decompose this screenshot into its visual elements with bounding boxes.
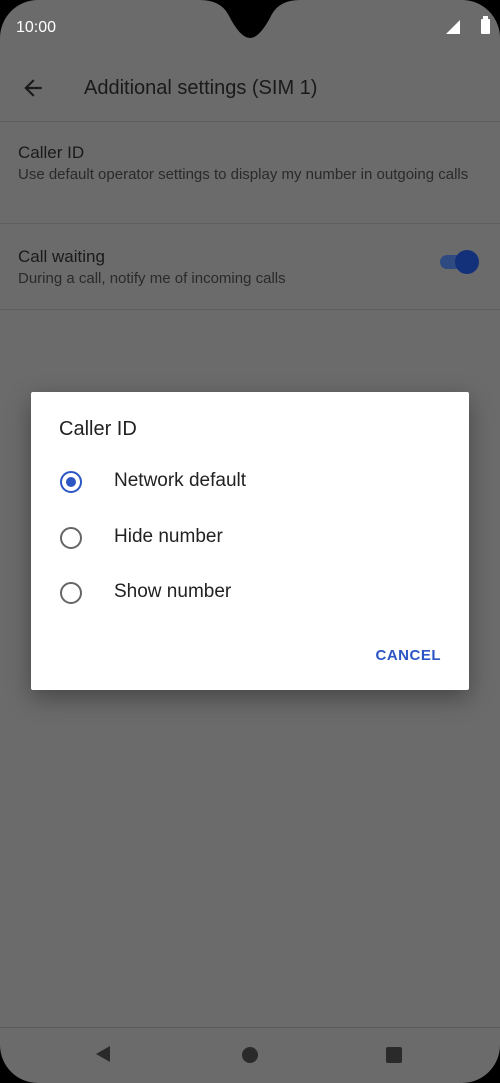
option-show-number[interactable]: Show number <box>59 575 439 615</box>
status-bar: 10:00 <box>0 0 500 55</box>
toggle-knob <box>455 250 479 274</box>
option-hide-number[interactable]: Hide number <box>59 520 439 560</box>
nav-back-icon[interactable] <box>96 1046 110 1062</box>
divider <box>0 121 500 122</box>
radio-unselected-icon[interactable] <box>60 527 82 549</box>
notch <box>200 0 300 38</box>
divider <box>0 309 500 310</box>
page-title: Additional settings (SIM 1) <box>84 77 318 99</box>
battery-icon <box>481 16 490 34</box>
status-time: 10:00 <box>16 19 57 36</box>
setting-title: Caller ID <box>18 143 85 162</box>
divider <box>0 223 500 224</box>
setting-title: Call waiting <box>18 247 105 266</box>
radio-selected-icon[interactable] <box>60 471 82 493</box>
option-label: Network default <box>114 470 247 491</box>
arrow-left-icon[interactable] <box>20 75 46 101</box>
setting-subtitle: Use default operator settings to display… <box>18 166 469 183</box>
call-waiting-toggle[interactable] <box>440 250 479 274</box>
nav-home-icon[interactable] <box>242 1047 258 1063</box>
setting-caller-id[interactable]: Caller ID Use default operator settings … <box>18 142 482 184</box>
signal-icon <box>446 20 460 34</box>
navigation-bar <box>0 1027 500 1083</box>
setting-call-waiting[interactable]: Call waiting During a call, notify me of… <box>18 246 420 288</box>
caller-id-dialog: Caller ID Network default Hide number Sh… <box>31 392 469 690</box>
option-label: Hide number <box>114 526 223 547</box>
option-label: Show number <box>114 581 232 602</box>
setting-subtitle: During a call, notify me of incoming cal… <box>18 270 286 287</box>
cancel-button[interactable]: CANCEL <box>376 647 442 664</box>
option-network-default[interactable]: Network default <box>59 464 439 504</box>
nav-recents-icon[interactable] <box>386 1047 402 1063</box>
app-bar: Additional settings (SIM 1) <box>0 55 500 121</box>
phone-screen: 10:00 Additional settings (SIM 1) Caller… <box>0 0 500 1083</box>
dialog-title: Caller ID <box>59 418 137 440</box>
radio-unselected-icon[interactable] <box>60 582 82 604</box>
